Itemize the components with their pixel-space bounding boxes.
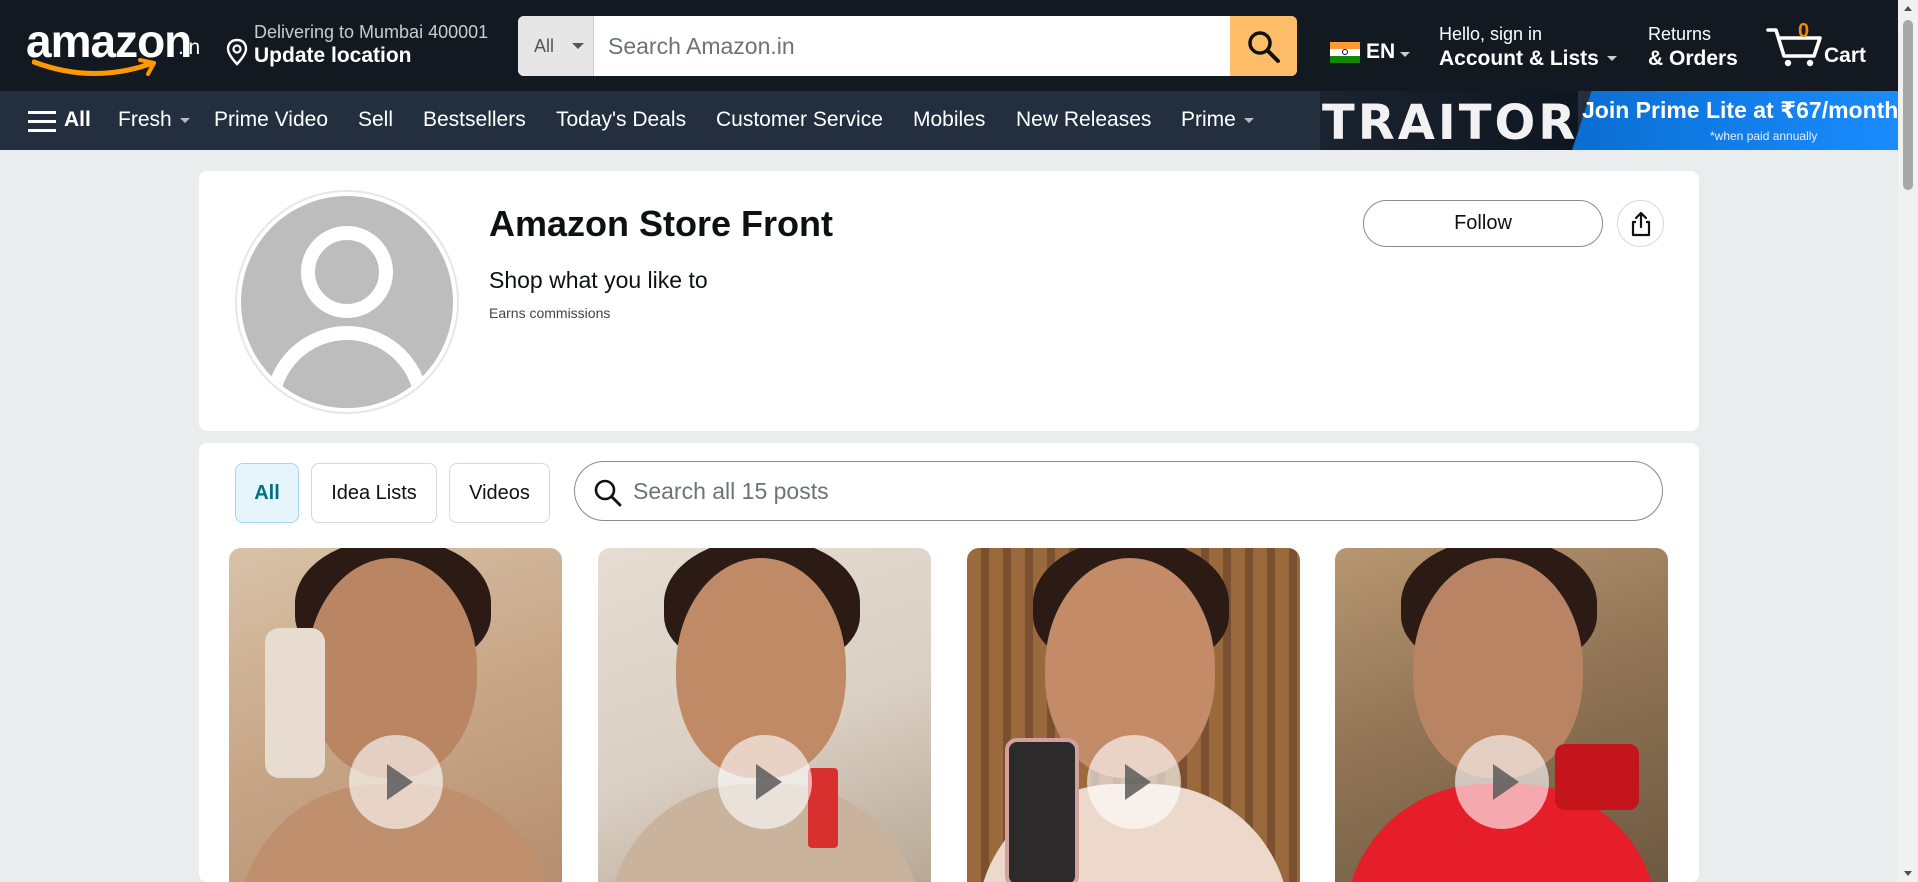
follow-button[interactable]: Follow (1363, 200, 1603, 247)
account-lists-label: Account & Lists (1439, 47, 1599, 70)
nav-item-label: Fresh (118, 108, 172, 131)
search-submit-button[interactable] (1230, 16, 1297, 76)
search-icon (1248, 31, 1280, 63)
product-jar-shape (1555, 744, 1639, 810)
nav-item-label: Bestsellers (423, 108, 526, 131)
nav-item-prime-video[interactable]: Prime Video (214, 108, 328, 132)
chevron-down-icon (1400, 52, 1410, 57)
cart-label: Cart (1824, 44, 1867, 67)
nav-item-mobiles[interactable]: Mobiles (913, 108, 985, 132)
amazon-logo[interactable]: amazon .in (26, 18, 202, 80)
all-menu-label: All (64, 108, 91, 131)
india-flag-icon (1330, 42, 1360, 63)
product-phone-shape (1005, 738, 1079, 882)
returns-orders-link[interactable]: Returns & Orders (1648, 24, 1738, 71)
scrollbar-thumb[interactable] (1903, 20, 1913, 190)
search-icon (594, 479, 622, 507)
nav-item-bestsellers[interactable]: Bestsellers (423, 108, 526, 132)
cart-button[interactable]: 0 Cart (1766, 18, 1876, 74)
play-icon[interactable] (349, 735, 443, 829)
avatar (235, 190, 459, 414)
posts-search-bar (574, 461, 1663, 521)
chevron-down-icon (1243, 117, 1254, 123)
logo-tld: .in (178, 36, 201, 59)
promo-headline: Join Prime Lite at ₹67/month* (1582, 97, 1908, 123)
filter-tab-all[interactable]: All (235, 463, 299, 523)
chevron-down-icon (179, 117, 190, 123)
nav-item-label: Today's Deals (556, 108, 687, 131)
nav-item-todays-deals[interactable]: Today's Deals (556, 108, 686, 132)
account-greeting: Hello, sign in (1439, 24, 1543, 44)
profile-tagline: Shop what you like to (489, 267, 708, 293)
delivery-location-line1: Delivering to Mumbai 400001 (254, 22, 489, 42)
page-scrollbar[interactable] (1898, 0, 1918, 882)
nav-item-prime[interactable]: Prime (1181, 108, 1254, 132)
main-search-bar: All (518, 16, 1297, 76)
location-pin-icon (226, 38, 248, 66)
search-category-label: All (534, 36, 555, 56)
chevron-down-icon (572, 43, 584, 49)
scroll-down-arrow-icon[interactable] (1904, 871, 1912, 876)
play-icon[interactable] (1087, 735, 1181, 829)
update-location-link[interactable]: Update location (254, 44, 412, 68)
cart-icon (1766, 28, 1822, 67)
search-category-dropdown[interactable]: All (518, 16, 594, 76)
play-icon[interactable] (718, 735, 812, 829)
posts-search-input[interactable] (633, 470, 1633, 512)
nav-item-sell[interactable]: Sell (358, 108, 393, 132)
returns-label: Returns (1648, 24, 1712, 44)
language-code: EN (1366, 40, 1396, 63)
nav-item-label: Customer Service (716, 108, 883, 131)
hamburger-menu-icon (28, 111, 56, 138)
filter-tab-idea-lists[interactable]: Idea Lists (311, 463, 437, 523)
posts-section: All Idea Lists Videos (199, 443, 1699, 882)
default-user-icon (241, 196, 453, 408)
prime-lite-promo-banner[interactable]: TRAITOR Join Prime Lite at ₹67/month* *w… (1320, 91, 1907, 151)
share-icon (1631, 211, 1651, 237)
promo-brand-text: TRAITOR (1322, 95, 1579, 151)
share-button[interactable] (1617, 200, 1664, 247)
product-bottle-shape (265, 628, 325, 778)
account-and-lists-menu[interactable]: Hello, sign in Account & Lists (1439, 24, 1617, 71)
nav-item-label: Prime Video (214, 108, 329, 131)
earns-commissions-note: Earns commissions (489, 305, 611, 321)
play-icon[interactable] (1455, 735, 1549, 829)
filter-tab-videos[interactable]: Videos (449, 463, 550, 523)
search-input[interactable] (594, 16, 1228, 76)
nav-item-label: Mobiles (913, 108, 986, 131)
secondary-navigation-bar: All Fresh Prime Video Sell Bestsellers T… (0, 91, 1907, 151)
nav-item-customer-service[interactable]: Customer Service (716, 108, 883, 132)
video-post-thumbnail[interactable] (229, 548, 562, 882)
product-lipstick-shape (808, 768, 838, 848)
nav-item-fresh[interactable]: Fresh (118, 108, 190, 132)
scroll-up-arrow-icon[interactable] (1904, 6, 1912, 11)
storefront-profile-card: Amazon Store Front Shop what you like to… (199, 171, 1699, 431)
nav-item-label: New Releases (1016, 108, 1152, 131)
nav-item-label: Prime (1181, 108, 1236, 131)
nav-item-label: Sell (358, 108, 394, 131)
video-post-thumbnail[interactable] (1335, 548, 1668, 882)
orders-label: & Orders (1648, 47, 1738, 70)
logo-smile-icon (32, 58, 156, 77)
nav-item-new-releases[interactable]: New Releases (1016, 108, 1151, 132)
cart-count-badge: 0 (1798, 20, 1810, 42)
video-post-thumbnail[interactable] (967, 548, 1300, 882)
page-title: Amazon Store Front (489, 203, 834, 244)
top-navigation-bar: amazon .in Delivering to Mumbai 400001 U… (0, 0, 1898, 91)
video-post-thumbnail[interactable] (598, 548, 931, 882)
promo-footnote: *when paid annually (1710, 129, 1818, 143)
chevron-down-icon (1607, 56, 1617, 61)
